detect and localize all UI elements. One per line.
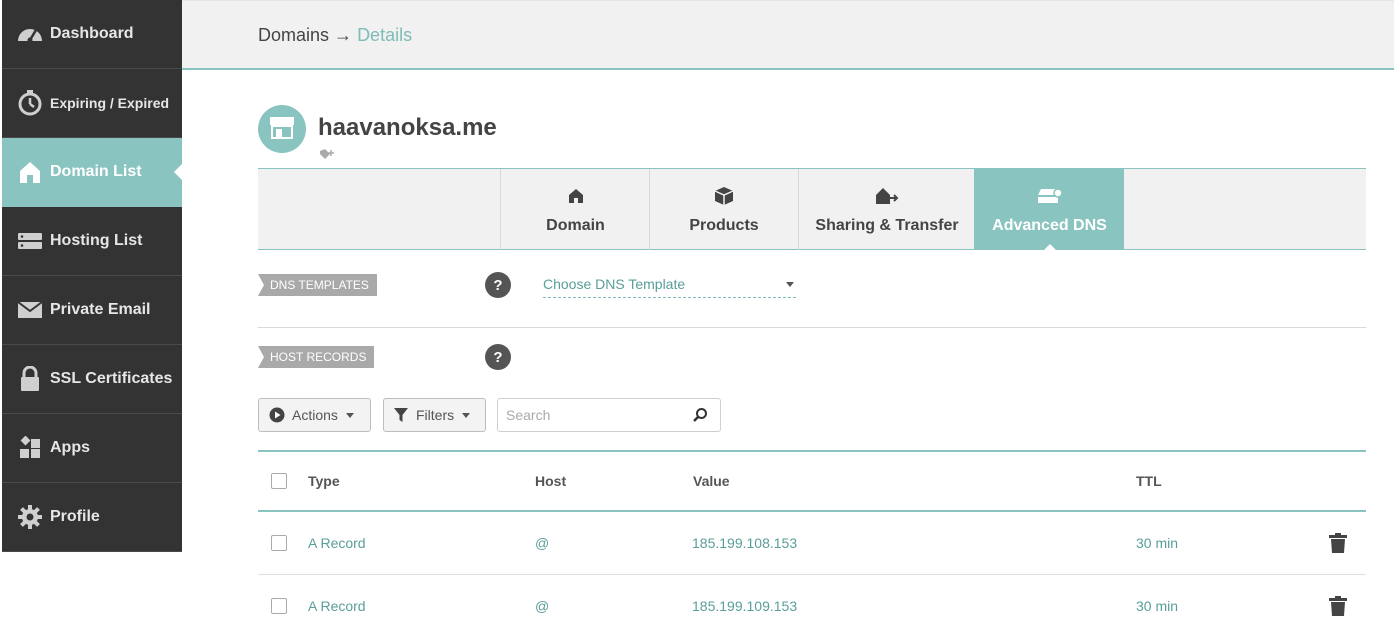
tab-label: Products	[689, 217, 759, 234]
breadcrumb-parent[interactable]: Domains	[258, 25, 329, 45]
domain-name: haavanoksa.me	[318, 114, 497, 141]
table-row[interactable]: A Record @ 185.199.109.153 30 min	[258, 575, 1366, 633]
record-value[interactable]: 185.199.108.153	[692, 512, 797, 574]
home-icon	[568, 185, 584, 207]
table-row[interactable]: A Record @ 185.199.108.153 30 min	[258, 512, 1366, 575]
search-icon[interactable]	[692, 407, 708, 428]
sidebar-item-private-email[interactable]: Private Email	[2, 276, 182, 345]
transfer-icon	[875, 185, 899, 207]
search-input[interactable]	[498, 399, 678, 431]
dns-template-select[interactable]: Choose DNS Template	[543, 276, 796, 298]
tab-label: Advanced DNS	[992, 217, 1107, 234]
sidebar-item-label: Hosting List	[50, 232, 143, 249]
table-header: Type Host Value TTL	[258, 450, 1366, 512]
tab-domain[interactable]: Domain	[500, 169, 650, 250]
record-ttl[interactable]: 30 min	[1136, 512, 1178, 574]
dns-templates-label: DNS TEMPLATES	[258, 274, 377, 296]
filters-button[interactable]: Filters	[383, 398, 486, 432]
domain-avatar	[258, 105, 306, 153]
breadcrumb-separator: →	[334, 25, 353, 45]
sidebar-item-label: Apps	[50, 439, 90, 456]
row-checkbox[interactable]	[271, 598, 287, 614]
breadcrumb: Domains → Details	[258, 25, 412, 46]
filters-label: Filters	[416, 407, 455, 423]
dns-templates-help-button[interactable]: ?	[485, 272, 511, 298]
delete-record-cell	[1329, 512, 1347, 574]
sidebar-item-label: Profile	[50, 508, 100, 525]
actions-label: Actions	[292, 407, 338, 423]
gear-icon	[16, 503, 44, 531]
chevron-down-icon	[786, 282, 794, 287]
tab-label: Sharing & Transfer	[815, 217, 959, 234]
record-host[interactable]: @	[535, 512, 549, 574]
section-divider	[258, 327, 1366, 328]
top-bar: Domains → Details	[182, 0, 1394, 70]
sidebar: Dashboard Expiring / Expired Domain List…	[2, 0, 182, 552]
sidebar-item-label: SSL Certificates	[50, 370, 173, 387]
sidebar-item-ssl-certificates[interactable]: SSL Certificates	[2, 345, 182, 414]
sidebar-item-apps[interactable]: Apps	[2, 414, 182, 483]
tab-products[interactable]: Products	[649, 169, 798, 250]
server-icon	[16, 227, 44, 255]
record-type[interactable]: A Record	[308, 512, 366, 574]
trash-icon[interactable]	[1329, 596, 1347, 616]
actions-button[interactable]: Actions	[258, 398, 371, 432]
record-type[interactable]: A Record	[308, 575, 366, 633]
sidebar-item-hosting-list[interactable]: Hosting List	[2, 207, 182, 276]
sidebar-item-profile[interactable]: Profile	[2, 483, 182, 552]
sidebar-item-dashboard[interactable]: Dashboard	[2, 0, 182, 69]
sidebar-item-expiring[interactable]: Expiring / Expired	[2, 69, 182, 138]
chevron-down-icon	[462, 412, 471, 418]
speedometer-icon	[16, 20, 44, 48]
add-tag-icon[interactable]	[319, 148, 337, 167]
dns-template-select-value: Choose DNS Template	[543, 276, 686, 292]
filter-icon	[394, 408, 408, 422]
apps-icon	[16, 434, 44, 462]
tab-label: Domain	[546, 217, 605, 234]
record-host[interactable]: @	[535, 575, 549, 633]
row-checkbox[interactable]	[271, 535, 287, 551]
select-all-checkbox[interactable]	[271, 473, 287, 489]
storefront-icon	[268, 115, 296, 144]
chevron-down-icon	[345, 412, 354, 418]
search-box	[497, 398, 721, 432]
record-ttl[interactable]: 30 min	[1136, 575, 1178, 633]
host-records-help-button[interactable]: ?	[485, 344, 511, 370]
envelope-icon	[16, 296, 44, 324]
sidebar-item-label: Expiring / Expired	[50, 95, 170, 111]
sidebar-item-label: Domain List	[50, 163, 142, 180]
column-header-type[interactable]: Type	[308, 452, 340, 510]
sidebar-item-label: Private Email	[50, 301, 151, 318]
column-header-value[interactable]: Value	[693, 452, 730, 510]
home-icon	[16, 158, 44, 186]
column-header-host[interactable]: Host	[535, 452, 566, 510]
tab-sharing-transfer[interactable]: Sharing & Transfer	[798, 169, 975, 250]
column-header-ttl[interactable]: TTL	[1136, 452, 1162, 510]
tab-advanced-dns[interactable]: Advanced DNS	[974, 169, 1124, 251]
sidebar-item-domain-list[interactable]: Domain List	[2, 138, 182, 207]
box-icon	[714, 185, 734, 207]
breadcrumb-current: Details	[357, 25, 413, 45]
record-value[interactable]: 185.199.109.153	[692, 575, 797, 633]
delete-record-cell	[1329, 575, 1347, 633]
domain-tabs: Domain Products Sharing & Transfer Advan…	[258, 168, 1366, 251]
sidebar-item-label: Dashboard	[50, 25, 134, 42]
play-icon	[269, 407, 285, 423]
host-records-label: HOST RECORDS	[258, 346, 375, 368]
trash-icon[interactable]	[1329, 533, 1347, 553]
timer-icon	[16, 89, 44, 117]
lock-icon	[16, 365, 44, 393]
dns-icon	[1037, 185, 1062, 207]
